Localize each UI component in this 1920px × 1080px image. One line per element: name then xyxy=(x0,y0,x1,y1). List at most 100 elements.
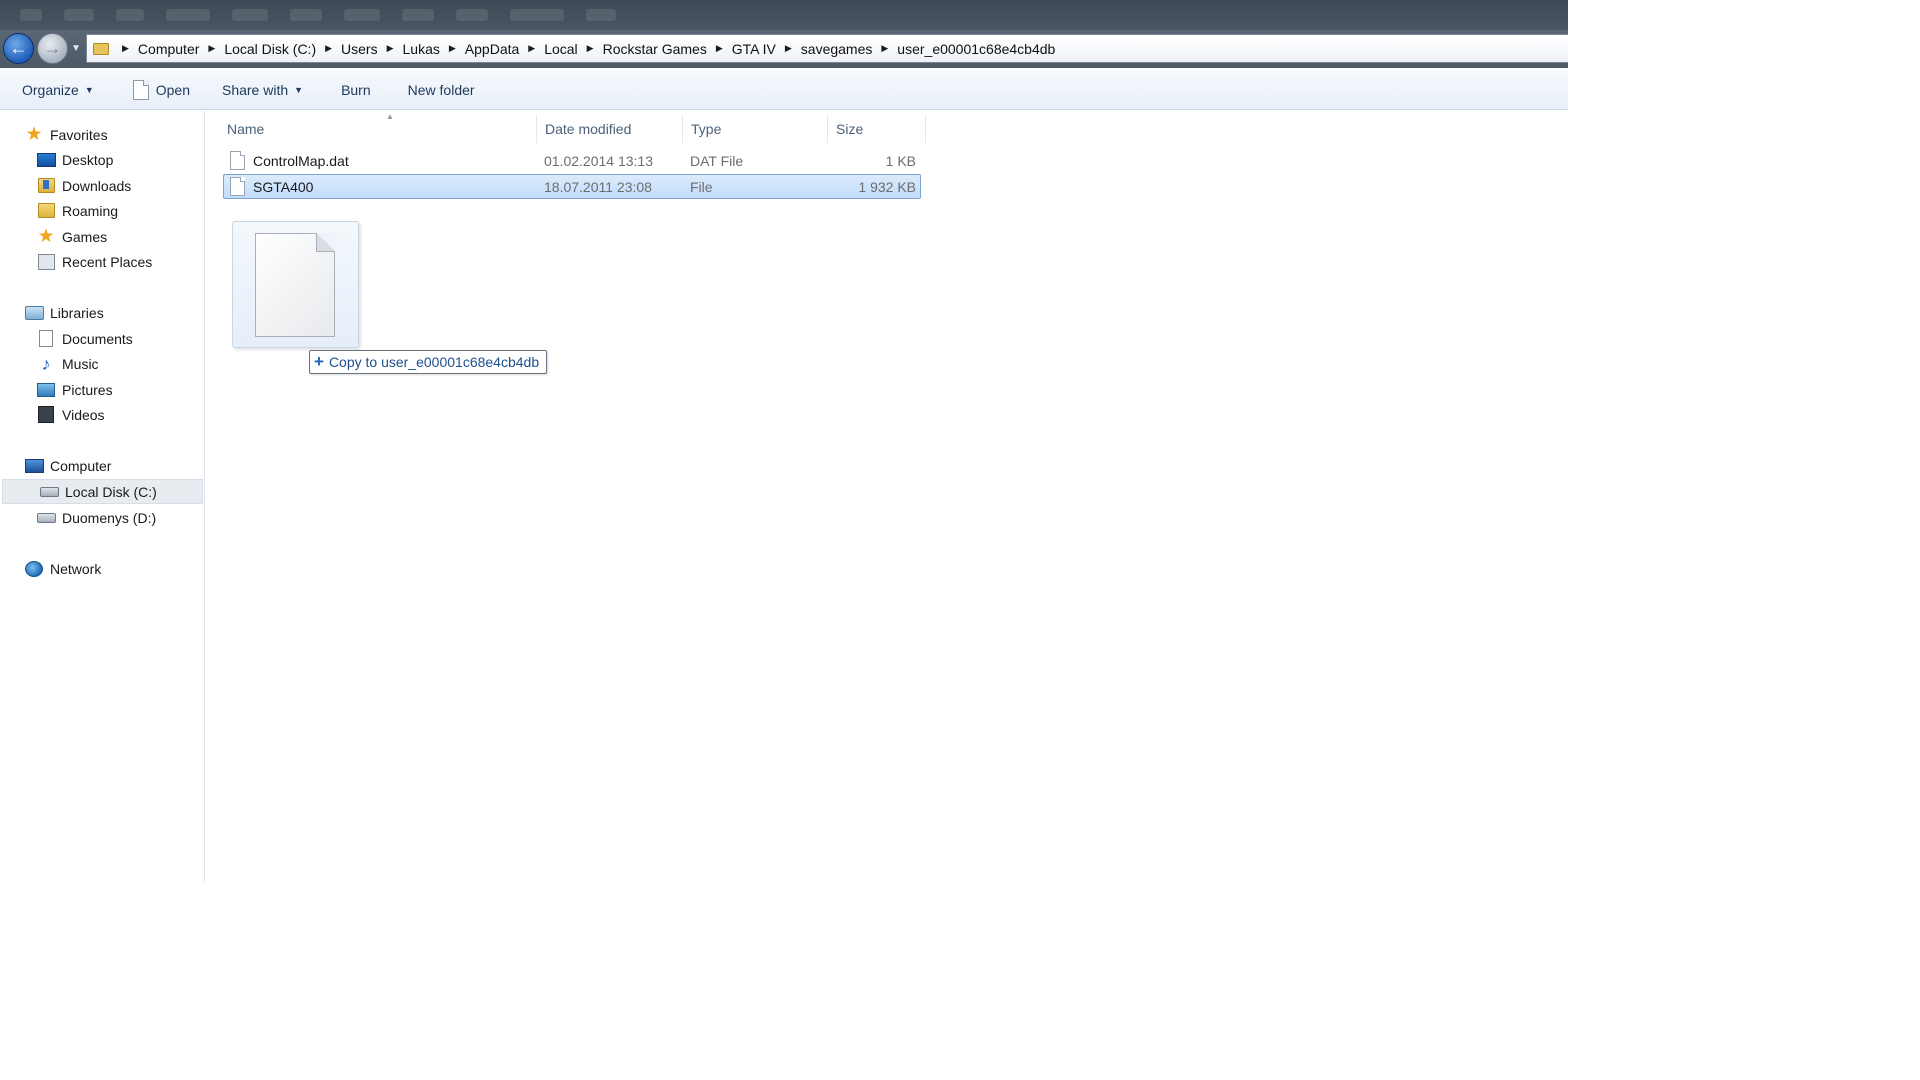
nav-label: Videos xyxy=(62,406,105,423)
forward-button[interactable]: → xyxy=(37,33,68,64)
file-name: SGTA400 xyxy=(253,179,314,195)
column-label: Type xyxy=(691,121,722,137)
new-folder-label: New folder xyxy=(407,81,475,98)
folder-icon xyxy=(93,42,109,55)
drive-icon xyxy=(36,509,56,527)
nav-label: Recent Places xyxy=(62,253,153,270)
menu-ghost-item xyxy=(64,9,94,21)
nav-duomenys-d[interactable]: Duomenys (D:) xyxy=(0,505,203,530)
menu-ghost-item xyxy=(344,9,380,21)
breadcrumb-savegames[interactable]: savegames ▶ xyxy=(801,41,898,57)
organize-label: Organize xyxy=(22,81,79,98)
menu-ghost-item xyxy=(456,9,488,21)
chevron-right-icon: ▶ xyxy=(325,43,333,53)
menu-ghost-item xyxy=(402,9,434,21)
nav-desktop[interactable]: Desktop xyxy=(0,147,203,172)
drop-tooltip: + Copy to user_e00001c68e4cb4db xyxy=(309,350,548,374)
nav-favorites[interactable]: ★ Favorites xyxy=(0,122,203,147)
nav-label: Downloads xyxy=(62,177,132,194)
nav-label: Favorites xyxy=(50,126,108,143)
menu-ghost-item xyxy=(586,9,616,21)
nav-libraries[interactable]: Libraries xyxy=(0,300,203,325)
menu-ghost-item xyxy=(116,9,144,21)
organize-button[interactable]: Organize ▼ xyxy=(18,77,98,103)
column-header-name[interactable]: Name ▲ xyxy=(219,112,537,143)
back-button[interactable]: ← xyxy=(3,33,34,64)
arrow-left-icon: ← xyxy=(9,38,28,58)
large-file-icon xyxy=(255,233,335,337)
breadcrumb-label: AppData xyxy=(464,40,520,57)
menu-ghost-item xyxy=(20,9,42,21)
breadcrumb-appdata[interactable]: AppData ▶ xyxy=(465,41,544,57)
new-folder-button[interactable]: New folder xyxy=(404,77,479,103)
share-with-label: Share with xyxy=(221,81,289,98)
nav-computer[interactable]: Computer xyxy=(0,453,203,478)
chevron-right-icon: ▶ xyxy=(208,43,216,53)
breadcrumb-computer[interactable]: Computer ▶ xyxy=(138,41,224,57)
nav-games[interactable]: ★ Games xyxy=(0,224,203,249)
menu-ghost-item xyxy=(510,9,564,21)
file-row-controlmap[interactable]: ControlMap.dat 01.02.2014 13:13 DAT File… xyxy=(223,148,921,173)
open-button[interactable]: Open xyxy=(129,77,194,103)
plus-icon: + xyxy=(314,352,324,371)
menu-ghost-item xyxy=(232,9,268,21)
file-icon xyxy=(230,151,245,170)
nav-pictures[interactable]: Pictures xyxy=(0,377,203,402)
chevron-down-icon: ▼ xyxy=(71,43,81,54)
chevron-right-icon: ▶ xyxy=(784,43,792,53)
videos-icon xyxy=(36,406,56,424)
breadcrumb-users[interactable]: Users ▶ xyxy=(341,41,402,57)
file-size: 1 KB xyxy=(885,153,916,169)
open-label: Open xyxy=(155,81,190,98)
breadcrumb-label: Computer xyxy=(137,40,200,57)
star-icon: ★ xyxy=(25,123,43,145)
file-name: ControlMap.dat xyxy=(253,153,349,169)
file-row-sgta400[interactable]: SGTA400 18.07.2011 23:08 File 1 932 KB xyxy=(223,174,921,199)
breadcrumb-local-disk[interactable]: Local Disk (C:) ▶ xyxy=(224,41,341,57)
drop-tooltip-label: Copy to user_e00001c68e4cb4db xyxy=(328,354,540,370)
breadcrumb-rockstar-games[interactable]: Rockstar Games ▶ xyxy=(603,41,732,57)
documents-icon xyxy=(36,330,56,348)
nav-label: Network xyxy=(50,560,102,577)
command-bar: Organize ▼ Open Share with ▼ Burn New fo… xyxy=(0,70,1568,110)
address-bar[interactable]: ▶ Computer ▶ Local Disk (C:) ▶ Users ▶ Luka… xyxy=(86,34,1568,63)
breadcrumb-label: savegames xyxy=(800,40,873,57)
window-title-bar xyxy=(0,0,1568,30)
column-header-type[interactable]: Type xyxy=(683,115,828,143)
recent-places-icon xyxy=(36,253,56,271)
column-label: Name xyxy=(227,121,265,137)
breadcrumb-lukas[interactable]: Lukas ▶ xyxy=(403,41,465,57)
recent-pages-dropdown[interactable]: ▼ xyxy=(71,43,81,54)
breadcrumb-label: user_e00001c68e4cb4db xyxy=(897,40,1056,57)
libraries-icon xyxy=(24,304,44,322)
menu-bar xyxy=(20,9,616,21)
breadcrumb-user-folder[interactable]: user_e00001c68e4cb4db xyxy=(897,41,1055,57)
nav-label: Computer xyxy=(50,457,112,474)
breadcrumb-gta-iv[interactable]: GTA IV ▶ xyxy=(732,41,801,57)
column-header-date-modified[interactable]: Date modified xyxy=(537,115,683,143)
file-icon xyxy=(230,177,245,196)
address-row: ← → ▼ ▶ Computer ▶ Local Disk (C:) ▶ Users… xyxy=(0,30,1568,68)
breadcrumb-label: Users xyxy=(341,40,378,57)
nav-videos[interactable]: Videos xyxy=(0,402,203,427)
nav-label: Documents xyxy=(62,330,133,347)
nav-music[interactable]: ♪ Music xyxy=(0,351,203,376)
nav-label: Roaming xyxy=(62,202,119,219)
nav-downloads[interactable]: Downloads xyxy=(0,173,203,198)
share-with-button[interactable]: Share with ▼ xyxy=(218,77,307,103)
nav-local-disk-c[interactable]: Local Disk (C:) xyxy=(2,479,203,504)
folder-icon xyxy=(36,202,56,220)
sort-ascending-icon: ▲ xyxy=(386,112,394,121)
column-header-size[interactable]: Size xyxy=(828,115,926,143)
nav-label: Libraries xyxy=(50,304,104,321)
breadcrumb-local[interactable]: Local ▶ xyxy=(544,41,602,57)
nav-recent-places[interactable]: Recent Places xyxy=(0,249,203,274)
navigation-pane: ★ Favorites Desktop Downloads Roaming ★ Ga… xyxy=(0,111,205,882)
nav-roaming[interactable]: Roaming xyxy=(0,198,203,223)
burn-button[interactable]: Burn xyxy=(337,77,375,103)
breadcrumb-root-arrow[interactable]: ▶ xyxy=(113,43,138,54)
chevron-right-icon: ▶ xyxy=(122,43,129,53)
nav-documents[interactable]: Documents xyxy=(0,326,203,351)
nav-network[interactable]: Network xyxy=(0,556,203,581)
column-label: Size xyxy=(836,121,864,137)
